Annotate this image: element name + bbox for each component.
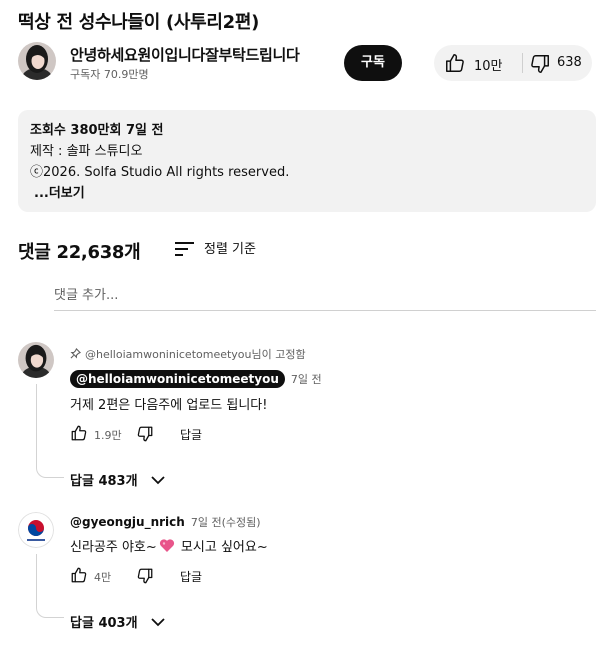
dislike-count: 638 — [557, 55, 582, 70]
comment-thread: @gyeongju_nrich 7일 전(수정됨) 신라공주 야호~ 모시고 싶어… — [18, 510, 596, 635]
comment-actions: 4만 답글 — [70, 566, 270, 586]
comment-author[interactable]: @gyeongju_nrich — [70, 515, 185, 529]
channel-avatar[interactable] — [18, 42, 56, 80]
like-button[interactable]: 10만 — [434, 45, 522, 81]
comment-text: 거제 2편은 다음주에 업로드 됩니다! — [70, 398, 268, 413]
description-box[interactable]: 조회수 380만회 7일 전 제작 : 솔파 스튜디오 ⓒ2026. Solfa… — [18, 110, 596, 212]
channel-name[interactable]: 안녕하세요원이입니다잘부탁드립니다 — [70, 44, 300, 65]
pinned-label: @helloiamwoninicetomeetyou님이 고정함 — [70, 346, 306, 362]
sort-by-button[interactable]: 정렬 기준 — [204, 238, 256, 257]
view-replies-button[interactable]: 답글 483개 — [70, 470, 166, 489]
comments-count: 댓글 22,638개 — [18, 242, 141, 263]
replies-count: 답글 403개 — [70, 616, 138, 631]
like-count: 10만 — [474, 59, 503, 74]
comments-header: 댓글 22,638개 정렬 기준 — [18, 236, 578, 264]
chevron-down-icon — [150, 474, 166, 489]
comment-time[interactable]: 7일 전(수정됨) — [191, 516, 261, 529]
pinned-text: @helloiamwoninicetomeetyou님이 고정함 — [85, 348, 306, 361]
channel-owner-row: 안녕하세요원이입니다잘부탁드립니다 구독자 70.9만명 구독 10만 638 — [18, 42, 596, 84]
thumbs-up-icon — [444, 52, 466, 78]
like-dislike-group: 10만 638 — [434, 45, 592, 81]
heart-icon — [159, 538, 175, 557]
comment-text-part: 모시고 싶어요~ — [176, 540, 268, 555]
dislike-button[interactable]: 638 — [523, 45, 592, 81]
show-more-button[interactable]: ...더보기 — [34, 182, 85, 201]
thread-connector — [36, 554, 64, 618]
comment-text-part: 신라공주 야호~ — [70, 540, 157, 555]
comment-dislike-button[interactable] — [136, 425, 154, 447]
description-producer: 제작 : 솔파 스튜디오 — [30, 144, 143, 159]
video-title: 떡상 전 성수나들이 (사투리2편) — [18, 12, 260, 33]
comment-author-avatar[interactable] — [18, 342, 54, 378]
comment-like-button[interactable] — [70, 566, 88, 588]
subscriber-count: 구독자 70.9만명 — [70, 68, 149, 81]
comment-actions: 1.9만 답글 — [70, 424, 270, 444]
comment-author-row: @gyeongju_nrich 7일 전(수정됨) — [70, 514, 261, 530]
comment-author-row: @helloiamwoninicetomeetyou 7일 전 — [70, 370, 322, 388]
replies-count: 답글 483개 — [70, 474, 138, 489]
sort-icon[interactable] — [174, 239, 196, 263]
comment-like-count: 1.9만 — [94, 429, 122, 442]
thread-connector — [36, 384, 64, 478]
comment-author-avatar[interactable] — [18, 512, 54, 548]
view-replies-button[interactable]: 답글 403개 — [70, 612, 166, 631]
thumbs-down-icon — [529, 53, 551, 79]
comment-dislike-button[interactable] — [136, 567, 154, 589]
description-copyright: ⓒ2026. Solfa Studio All rights reserved. — [30, 165, 290, 180]
reply-button[interactable]: 답글 — [180, 568, 202, 585]
view-count-date: 조회수 380만회 7일 전 — [30, 123, 164, 138]
subscribe-button[interactable]: 구독 — [344, 45, 402, 81]
add-comment-input[interactable]: 댓글 추가... — [54, 284, 596, 311]
comment-like-count: 4만 — [94, 571, 112, 584]
chevron-down-icon — [150, 616, 166, 631]
comment-text: 신라공주 야호~ 모시고 싶어요~ — [70, 536, 268, 557]
comment-thread: @helloiamwoninicetomeetyou님이 고정함 @helloi… — [18, 340, 596, 492]
reply-button[interactable]: 답글 — [180, 426, 202, 443]
comment-time[interactable]: 7일 전 — [291, 373, 322, 386]
pin-icon — [70, 347, 82, 362]
comment-author[interactable]: @helloiamwoninicetomeetyou — [70, 370, 285, 388]
comment-like-button[interactable] — [70, 424, 88, 446]
